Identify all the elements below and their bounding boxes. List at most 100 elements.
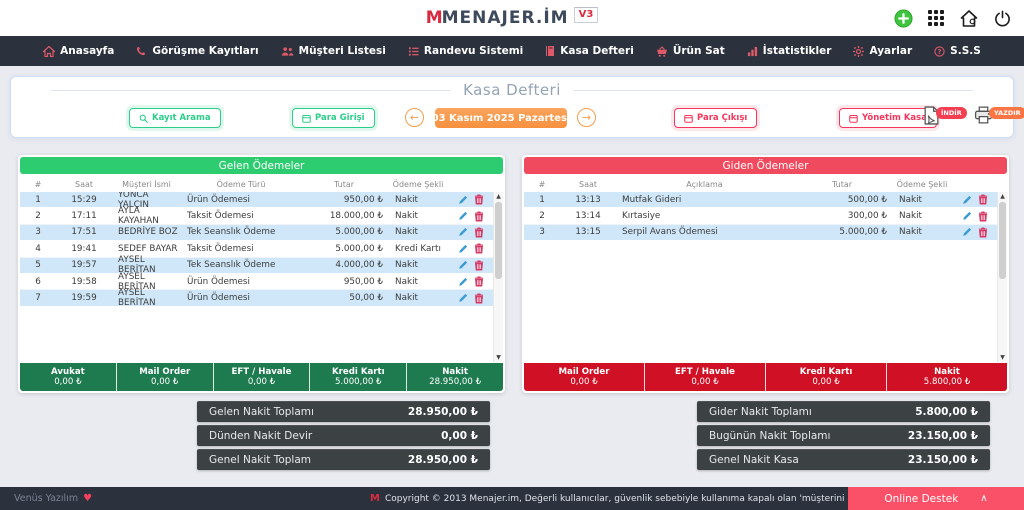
method-value: 0,00 ₺ [54,377,81,387]
scroll-thumb[interactable] [495,202,502,279]
edit-row-button[interactable] [458,227,468,237]
table-cell: Nakit [891,195,953,205]
main-nav: Anasayfa Görüşme Kayıtları Müşteri Listesi… [0,36,1024,66]
power-icon[interactable] [992,8,1012,28]
total-bar: Gelen Nakit Toplamı28.950,00 ₺ [197,401,490,422]
delete-row-button[interactable] [474,211,484,222]
nav-item--r-n-sat[interactable]: Ürün Sat [656,45,725,57]
print-button[interactable]: YAZDIR [974,106,1024,124]
edit-row-button[interactable] [962,227,972,237]
scroll-down-icon[interactable]: ▼ [494,353,503,362]
delete-row-button[interactable] [474,293,484,304]
column-header: # [20,180,56,189]
payment-method-total: EFT / Havale0,00 ₺ [213,363,310,391]
table-row[interactable]: 317:51BEDRİYE BOZTek Seanslık Ödeme5.000… [20,225,493,241]
list-icon [408,46,419,57]
online-support-button[interactable]: Online Destek ∧ [848,487,1024,510]
incoming-table-body: 115:29YONCA YALÇINÜrün Ödemesi950,00 ₺Na… [20,192,493,362]
delete-row-button[interactable] [474,243,484,254]
table-row[interactable]: 113:13Mutfak Gideri500,00 ₺Nakit [524,192,997,208]
scroll-down-icon[interactable]: ▼ [998,353,1007,362]
delete-row-button[interactable] [474,194,484,205]
home-shortcut-icon[interactable] [959,8,979,28]
edit-row-button[interactable] [458,293,468,303]
download-badge: İNDİR [936,107,967,119]
table-row[interactable]: 519:57AYSEL BERİTANTek Seanslık Ödeme4.0… [20,258,493,274]
method-value: 0,00 ₺ [812,377,839,387]
scroll-up-icon[interactable]: ▲ [998,192,1007,201]
table-row[interactable]: 313:15Serpil Avans Ödemesi5.000,00 ₺Naki… [524,225,997,241]
incoming-scrollbar[interactable]: ▲▼ [493,192,503,362]
table-cell: 3 [20,227,56,237]
delete-row-button[interactable] [978,211,988,222]
outgoing-header-row: #SaatAçıklamaTutarÖdeme Şekli [524,177,997,192]
total-bar: Dünden Nakit Devir0,00 ₺ [197,425,490,446]
method-label: Mail Order [139,367,190,377]
outgoing-totals: Gider Nakit Toplamı5.800,00 ₺Bugünün Nak… [697,401,990,473]
grid-menu-icon[interactable] [926,8,946,28]
table-row[interactable]: 419:41SEDEF BAYARTaksit Ödemesi5.000,00 … [20,241,493,257]
nav-item-s-s-s[interactable]: ?S.S.S [934,45,981,57]
table-cell: 50,00 ₺ [301,293,387,303]
book-icon [545,45,555,57]
current-date-button[interactable]: 03 Kasım 2025 Pazartesi [435,108,567,128]
table-cell: AYSEL BERİTAN [112,288,181,308]
outgoing-scrollbar[interactable]: ▲▼ [997,192,1007,362]
nav-item-m-teri-listesi[interactable]: Müşteri Listesi [281,45,386,57]
table-cell: 19:41 [56,244,112,254]
total-value: 28.950,00 ₺ [408,454,478,466]
delete-row-button[interactable] [474,227,484,238]
total-label: Gelen Nakit Toplamı [209,406,314,418]
record-search-button[interactable]: Kayıt Arama [129,108,221,128]
nav-item-ayarlar[interactable]: Ayarlar [853,45,912,57]
edit-row-button[interactable] [962,195,972,205]
method-value: 28.950,00 ₺ [429,377,481,387]
delete-row-button[interactable] [978,227,988,238]
nav-item-label: S.S.S [950,45,981,57]
edit-row-button[interactable] [458,277,468,287]
edit-row-button[interactable] [458,195,468,205]
table-cell: SEDEF BAYAR [112,244,181,254]
table-cell: 950,00 ₺ [301,195,387,205]
edit-row-button[interactable] [458,211,468,221]
incoming-payments-card: Gelen Ödemeler #SaatMüşteri İsmiÖdeme Tü… [18,155,505,393]
nav-item-anasayfa[interactable]: Anasayfa [43,45,114,57]
total-label: Genel Nakit Toplam [209,454,311,466]
table-row[interactable]: 619:58AYSEL BERİTANÜrün Ödemesi950,00 ₺N… [20,274,493,290]
table-cell: 4.000,00 ₺ [301,260,387,270]
payment-method-total: Mail Order0,00 ₺ [116,363,213,391]
money-in-button[interactable]: Para Girişi [292,108,375,128]
previous-day-button[interactable]: ← [405,108,424,127]
delete-row-button[interactable] [474,276,484,287]
delete-row-button[interactable] [474,260,484,271]
next-day-button[interactable]: → [577,108,596,127]
total-bar: Genel Nakit Toplam 28.950,00 ₺ [197,449,490,470]
table-cell: 2 [20,211,56,221]
app-logo[interactable]: MMENAJER.İM V3 [0,0,1024,36]
money-out-button[interactable]: Para Çıkışı [674,108,757,128]
edit-row-button[interactable] [962,211,972,221]
nav-item-label: Ayarlar [869,45,912,57]
edit-row-button[interactable] [458,244,468,254]
scroll-thumb[interactable] [999,202,1006,279]
method-value: 0,00 ₺ [248,377,275,387]
scroll-up-icon[interactable]: ▲ [494,192,503,201]
table-cell: 300,00 ₺ [793,211,891,221]
download-pdf-button[interactable]: İNDİR [923,106,967,125]
method-label: EFT / Havale [675,367,735,377]
nav-item-randevu-sistemi[interactable]: Randevu Sistemi [408,45,523,57]
nav-item-kasa-defteri[interactable]: Kasa Defteri [545,45,634,57]
nav-item-g-r-me-kay-tlar-[interactable]: Görüşme Kayıtları [136,45,258,57]
edit-row-button[interactable] [458,260,468,270]
nav-item-label: İstatistikler [763,45,832,57]
table-row[interactable]: 217:11AYLA KAYAHANTaksit Ödemesi18.000,0… [20,208,493,224]
nav-item-i-statistikler[interactable]: İstatistikler [747,45,832,57]
table-cell: 5 [20,260,56,270]
table-row[interactable]: 115:29YONCA YALÇINÜrün Ödemesi950,00 ₺Na… [20,192,493,208]
column-header: Saat [560,180,616,189]
table-row[interactable]: 213:14Kırtasiye300,00 ₺Nakit [524,208,997,224]
delete-row-button[interactable] [978,194,988,205]
table-row[interactable]: 719:59AYSEL BERİTANÜrün Ödemesi50,00 ₺Na… [20,290,493,306]
table-cell: 19:57 [56,260,112,270]
add-plus-icon[interactable] [893,8,913,28]
